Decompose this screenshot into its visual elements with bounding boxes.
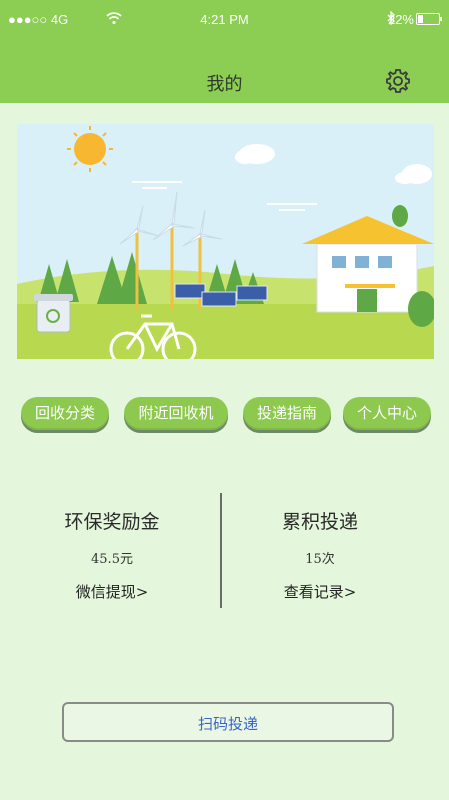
battery-icon (416, 13, 442, 25)
delivery-stat: 累积投递 15次 查看记录> (208, 493, 432, 602)
delivery-title: 累积投递 (281, 511, 358, 533)
eco-banner-illustration (17, 124, 436, 367)
status-bar: ●●●○○ 4G 4:21 PM 22% (0, 0, 449, 40)
recycling-bin-icon (34, 294, 73, 333)
view-records-link[interactable]: 查看记录> (208, 581, 432, 602)
tab-delivery-guide[interactable]: 投递指南 (243, 397, 331, 430)
reward-title: 环保奖励金 (64, 511, 160, 533)
reward-stat: 环保奖励金 45.5元 微信提现> (0, 493, 224, 602)
settings-gear-icon[interactable] (385, 68, 411, 94)
tab-recycle-category[interactable]: 回收分类 (21, 397, 109, 430)
scan-deliver-button[interactable]: 扫码投递 (62, 702, 394, 742)
app-header: ●●●○○ 4G 4:21 PM 22% 我的 (0, 0, 449, 103)
page-title: 我的 (206, 74, 243, 95)
delivery-count: 15次 (305, 552, 335, 567)
battery-percent: 22% (387, 12, 414, 27)
user-stats: 环保奖励金 45.5元 微信提现> 累积投递 15次 查看记录> (0, 493, 449, 608)
reward-value: 45.5元 (91, 552, 133, 567)
tab-personal-center[interactable]: 个人中心 (343, 397, 431, 430)
tab-nearby-recycling-machine[interactable]: 附近回收机 (124, 397, 228, 430)
category-tabs: 回收分类 附近回收机 投递指南 个人中心 (0, 397, 449, 437)
wechat-withdraw-link[interactable]: 微信提现> (0, 581, 224, 602)
